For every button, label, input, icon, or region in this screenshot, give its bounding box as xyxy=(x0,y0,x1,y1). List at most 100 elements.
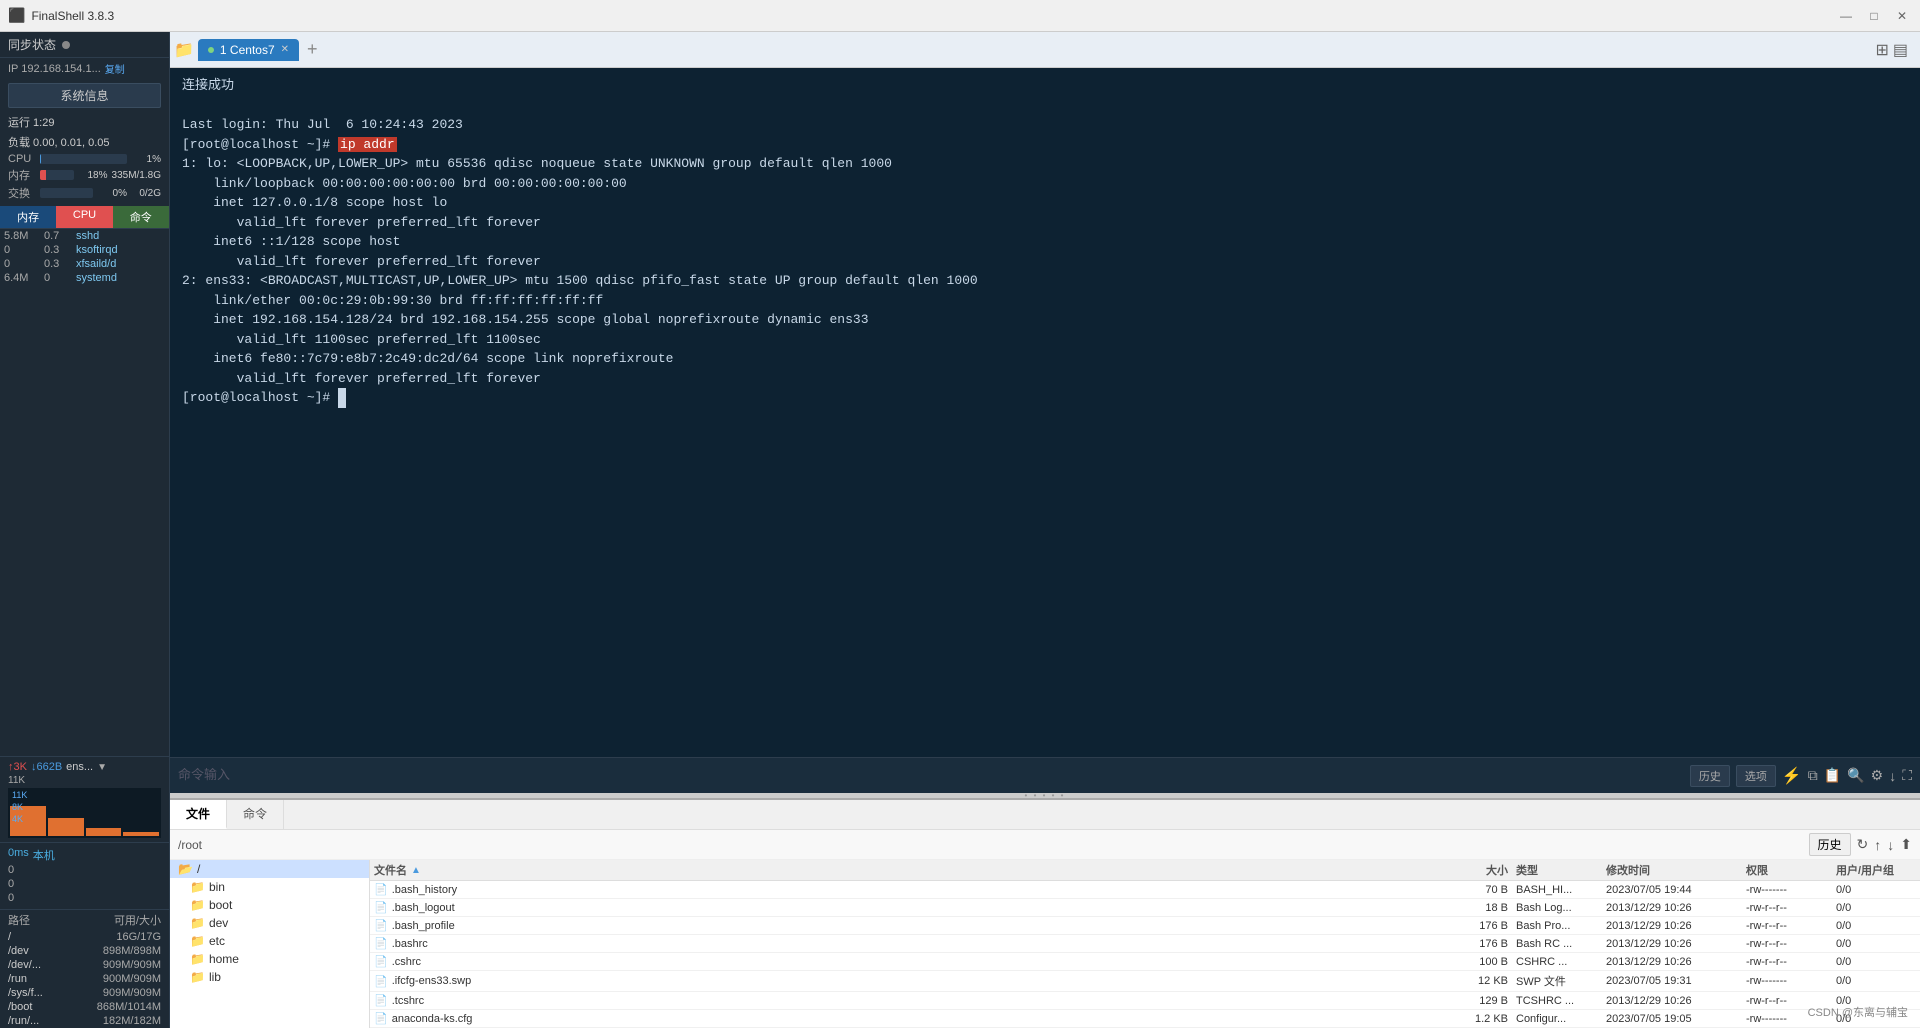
sysinfo-button[interactable]: 系统信息 xyxy=(8,83,161,108)
latency-host: 本机 xyxy=(33,847,161,863)
tree-item-root[interactable]: 📂 / xyxy=(170,860,369,878)
table-row[interactable]: 📄.tcshrc 129 B TCSHRC ... 2013/12/29 10:… xyxy=(370,992,1920,1010)
term-prompt-line: [root@localhost ~]# ip addr xyxy=(182,135,1908,155)
swap-label: 交换 xyxy=(8,185,36,201)
main-layout: 同步状态 IP 192.168.154.1... 复制 系统信息 运行 1:29… xyxy=(0,32,1920,1028)
file-owner: 0/0 xyxy=(1836,902,1916,914)
disk-avail-val: 909M/909M xyxy=(81,959,161,971)
tab-close-button[interactable]: ✕ xyxy=(281,44,289,55)
col-header-mtime[interactable]: 修改时间 xyxy=(1606,862,1746,878)
tree-item-lib[interactable]: 📁 lib xyxy=(170,968,369,986)
mem-stat: 内存 18% 335M/1.8G xyxy=(0,166,169,184)
file-owner: 0/0 xyxy=(1836,956,1916,968)
tree-item-home[interactable]: 📁 home xyxy=(170,950,369,968)
file-icon: 📄 xyxy=(374,919,388,932)
download-icon[interactable]: ↓ xyxy=(1889,768,1896,784)
tab-cmd[interactable]: 命令 xyxy=(113,206,169,228)
settings-icon[interactable]: ⚙ xyxy=(1871,767,1884,784)
col-header-size[interactable]: 大小 xyxy=(1446,862,1516,878)
history-nav-button[interactable]: 历史 xyxy=(1809,833,1851,856)
disk-row: /dev/... 909M/909M xyxy=(0,958,169,972)
list-item: 0 0.3 ksoftirqd xyxy=(0,243,169,257)
close-button[interactable]: ✕ xyxy=(1892,6,1912,26)
terminal-area[interactable]: 连接成功 Last login: Thu Jul 6 10:24:43 2023… xyxy=(170,68,1920,757)
layout-icon[interactable]: ▤ xyxy=(1893,40,1908,60)
file-mtime: 2023/07/05 19:31 xyxy=(1606,975,1746,987)
col-header-perm[interactable]: 权限 xyxy=(1746,862,1836,878)
latency-section: 0ms 本机 0 0 0 xyxy=(0,842,169,909)
tree-item-bin[interactable]: 📁 bin xyxy=(170,878,369,896)
folder-icon[interactable]: 📁 xyxy=(174,40,194,60)
table-row[interactable]: 📄.bash_profile 176 B Bash Pro... 2013/12… xyxy=(370,917,1920,935)
tree-item-boot[interactable]: 📁 boot xyxy=(170,896,369,914)
tree-label: home xyxy=(209,952,239,966)
folder-icon: 📁 xyxy=(190,916,205,930)
net-expand[interactable]: ▼ xyxy=(97,762,107,773)
latency-row: 0ms 本机 xyxy=(8,847,161,863)
latency-readings: 0 xyxy=(8,863,161,877)
copy-ip-button[interactable]: 复制 xyxy=(105,61,125,76)
refresh-icon[interactable]: ↻ xyxy=(1857,836,1869,853)
col-header-owner[interactable]: 用户/用户组 xyxy=(1836,862,1916,878)
file-perm: -rw-r--r-- xyxy=(1746,920,1836,932)
cpu-value: 1% xyxy=(131,154,161,165)
tab-mem[interactable]: 内存 xyxy=(0,206,56,228)
col-header-name[interactable]: 文件名 ▲ xyxy=(374,862,1446,878)
table-row[interactable]: 📄.bash_history 70 B BASH_HI... 2023/07/0… xyxy=(370,881,1920,899)
minimize-button[interactable]: — xyxy=(1836,6,1856,26)
file-icon: 📄 xyxy=(374,883,388,896)
options-button[interactable]: 选项 xyxy=(1736,765,1776,787)
tree-item-dev[interactable]: 📁 dev xyxy=(170,914,369,932)
table-row[interactable]: 📄.ifcfg-ens33.swp 12 KB SWP 文件 2023/07/0… xyxy=(370,971,1920,992)
disk-avail-val: 898M/898M xyxy=(81,945,161,957)
term-command-highlight: ip addr xyxy=(338,137,397,152)
file-type: BASH_HI... xyxy=(1516,884,1606,896)
term-line xyxy=(182,96,1908,116)
cmd-input-bar: 历史 选项 ⚡ ⧉ 📋 🔍 ⚙ ↓ ⛶ xyxy=(170,757,1920,793)
file-panel: 文件 命令 /root 历史 ↻ ↑ ↓ ⬆ 📂 / xyxy=(170,798,1920,1028)
term-line: inet6 fe80::7c79:e8b7:2c49:dc2d/64 scope… xyxy=(182,349,1908,369)
swap-stat: 交换 0% 0/2G xyxy=(0,184,169,202)
table-row[interactable]: 📄.bashrc 176 B Bash RC ... 2013/12/29 10… xyxy=(370,935,1920,953)
lightning-icon[interactable]: ⚡ xyxy=(1782,766,1802,786)
file-tab-cmd[interactable]: 命令 xyxy=(227,800,284,829)
table-row[interactable]: 📄anaconda-ks.cfg 1.2 KB Configur... 2023… xyxy=(370,1010,1920,1028)
upload2-icon[interactable]: ⬆ xyxy=(1900,836,1912,853)
tab-centos7[interactable]: 1 Centos7 ✕ xyxy=(198,39,299,61)
add-tab-button[interactable]: + xyxy=(301,39,324,60)
command-input[interactable] xyxy=(178,768,1690,783)
disk-path-val: /sys/f... xyxy=(8,987,81,999)
table-row[interactable]: 📄.cshrc 100 B CSHRC ... 2013/12/29 10:26… xyxy=(370,953,1920,971)
file-type: TCSHRC ... xyxy=(1516,995,1606,1007)
col-header-type[interactable]: 类型 xyxy=(1516,862,1606,878)
copy-icon[interactable]: ⧉ xyxy=(1808,767,1818,784)
maximize-button[interactable]: □ xyxy=(1864,6,1884,26)
table-row[interactable]: 📄.bash_logout 18 B Bash Log... 2013/12/2… xyxy=(370,899,1920,917)
file-perm: -rw------- xyxy=(1746,884,1836,896)
file-size: 18 B xyxy=(1446,902,1516,914)
file-content: 📂 / 📁 bin 📁 boot 📁 dev xyxy=(170,860,1920,1028)
app-icon: ⬛ xyxy=(8,7,25,24)
list-item: 6.4M 0 systemd xyxy=(0,271,169,285)
fullscreen-icon[interactable]: ⛶ xyxy=(1902,767,1912,784)
grid-icon[interactable]: ⊞ xyxy=(1875,40,1888,60)
tab-cpu[interactable]: CPU xyxy=(56,206,112,228)
folder-icon: 📁 xyxy=(190,970,205,984)
search-icon[interactable]: 🔍 xyxy=(1847,767,1864,784)
disk-row: /run/... 182M/182M xyxy=(0,1014,169,1028)
download-file-icon[interactable]: ↓ xyxy=(1887,837,1894,853)
term-line: link/loopback 00:00:00:00:00:00 brd 00:0… xyxy=(182,174,1908,194)
latency-value: 0ms xyxy=(8,847,29,863)
disk-path-val: / xyxy=(8,931,81,943)
proc-mem: 6.4M xyxy=(4,272,40,284)
upload-icon[interactable]: ↑ xyxy=(1874,837,1881,853)
mem-label: 内存 xyxy=(8,167,36,183)
file-icon: 📄 xyxy=(374,901,388,914)
file-tab-files[interactable]: 文件 xyxy=(170,800,227,829)
file-icon: 📄 xyxy=(374,975,388,988)
file-icon: 📄 xyxy=(374,994,388,1007)
paste-icon[interactable]: 📋 xyxy=(1824,767,1841,784)
tree-item-etc[interactable]: 📁 etc xyxy=(170,932,369,950)
history-button[interactable]: 历史 xyxy=(1690,765,1730,787)
file-type: Bash Pro... xyxy=(1516,920,1606,932)
